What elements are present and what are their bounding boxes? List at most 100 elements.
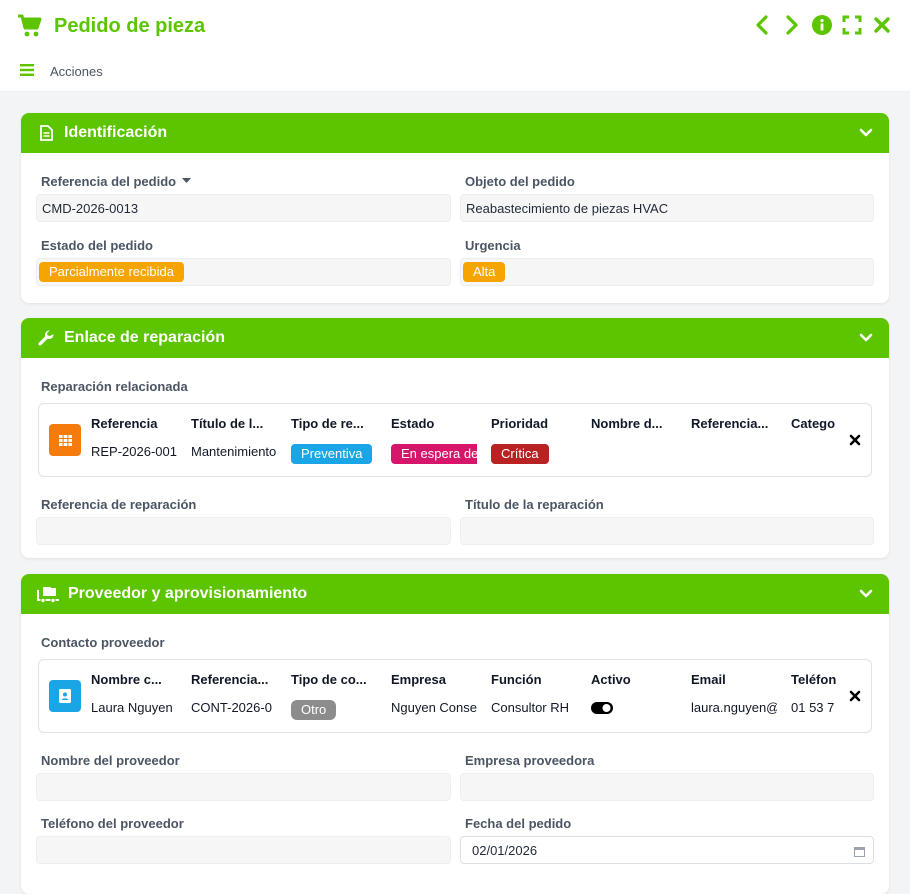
field-label: Reparación relacionada xyxy=(41,378,188,394)
active-toggle-icon xyxy=(591,702,613,717)
remove-icon[interactable] xyxy=(847,432,863,448)
truck-icon xyxy=(37,585,59,603)
field-label: Contacto proveedor xyxy=(41,634,165,650)
card-value: REP-2026-001 xyxy=(91,444,177,459)
chevron-down-icon[interactable] xyxy=(859,331,873,346)
card-value: Mantenimiento xyxy=(191,444,277,459)
section-proveedor-header[interactable]: Proveedor y aprovisionamiento xyxy=(21,574,889,614)
window-actions xyxy=(752,14,892,36)
section-title: Enlace de reparación xyxy=(64,329,225,346)
remove-icon[interactable] xyxy=(847,688,863,704)
cart-icon xyxy=(16,12,44,40)
card-header: Estado xyxy=(391,416,435,431)
field-contacto-proveedor: Contacto proveedor xyxy=(41,633,165,651)
card-header: Referencia... xyxy=(191,672,269,687)
card-header: Función xyxy=(491,672,542,687)
field-label: Teléfono del proveedor xyxy=(41,815,184,831)
calendar-icon[interactable] xyxy=(854,845,865,857)
card-header: Prioridad xyxy=(491,416,549,431)
field-label: Título de la reparación xyxy=(465,496,604,512)
urgency-badge: Alta xyxy=(463,262,506,282)
supplier-contact-card[interactable]: Nombre c... Referencia... Tipo de co... … xyxy=(38,659,872,733)
hamburger-icon xyxy=(20,64,34,79)
wrench-icon xyxy=(37,329,55,347)
field-label: Referencia de reparación xyxy=(41,496,197,512)
page-title: Pedido de pieza xyxy=(54,14,206,37)
card-header: Activo xyxy=(591,672,631,687)
referencia-reparacion-input[interactable] xyxy=(36,517,451,545)
priority-badge: Crítica xyxy=(491,444,549,464)
chevron-left-icon[interactable] xyxy=(752,14,772,36)
field-label: Fecha del pedido xyxy=(465,815,572,831)
referencia-pedido-input[interactable]: CMD-2026-0013 xyxy=(36,194,451,222)
grid-icon xyxy=(49,424,81,456)
field-reparacion-relacionada: Reparación relacionada xyxy=(41,377,188,395)
card-value: CONT-2026-0 xyxy=(191,700,272,715)
card-header: Tipo de re... xyxy=(291,416,364,431)
type-badge: Otro xyxy=(291,700,337,720)
section-identificacion: Identificación Referencia del pedido CMD… xyxy=(21,113,889,303)
card-header: Empresa xyxy=(391,672,446,687)
field-label: Empresa proveedora xyxy=(465,752,595,768)
card-header: Tipo de co... xyxy=(291,672,367,687)
info-icon[interactable] xyxy=(812,14,832,36)
estado-pedido-select[interactable]: Parcialmente recibida xyxy=(36,258,451,286)
chevron-down-icon[interactable] xyxy=(859,587,873,602)
chevron-down-icon[interactable] xyxy=(859,126,873,141)
section-title: Proveedor y aprovisionamiento xyxy=(68,585,308,602)
actions-label: Acciones xyxy=(50,64,103,79)
actions-menu[interactable]: Acciones xyxy=(20,64,103,79)
status-badge: En espera de xyxy=(391,444,477,464)
titulo-reparacion-input[interactable] xyxy=(460,517,874,545)
card-header: Teléfon xyxy=(791,672,837,687)
card-header: Referencia xyxy=(91,416,158,431)
section-proveedor: Proveedor y aprovisionamiento Contacto p… xyxy=(21,574,889,894)
nombre-proveedor-input[interactable] xyxy=(36,773,451,801)
field-telefono-proveedor: Teléfono del proveedor xyxy=(41,814,184,832)
section-identificacion-header[interactable]: Identificación xyxy=(21,113,889,153)
card-header: Catego xyxy=(791,416,836,431)
contact-card-icon xyxy=(49,680,81,712)
field-label: Referencia del pedido xyxy=(41,173,177,189)
field-empresa-proveedora: Empresa proveedora xyxy=(465,751,594,769)
section-title: Identificación xyxy=(64,124,168,141)
caret-down-icon[interactable] xyxy=(182,178,192,184)
card-header: Título de l... xyxy=(191,416,264,431)
date-value: 02/01/2026 xyxy=(472,842,538,858)
objeto-pedido-input[interactable]: Reabastecimiento de piezas HVAC xyxy=(460,194,874,222)
field-objeto-pedido: Objeto del pedido xyxy=(465,172,575,190)
urgencia-select[interactable]: Alta xyxy=(460,258,874,286)
field-fecha-pedido: Fecha del pedido xyxy=(465,814,571,832)
type-badge: Preventiva xyxy=(291,444,373,464)
card-value: Consultor RH xyxy=(491,700,570,715)
status-badge: Parcialmente recibida xyxy=(39,262,185,282)
window-header: Pedido de pieza Acciones xyxy=(0,0,910,92)
card-header: Nombre d... xyxy=(591,416,663,431)
chevron-right-icon[interactable] xyxy=(782,14,802,36)
field-label: Nombre del proveedor xyxy=(41,752,180,768)
card-value: Nguyen Conse xyxy=(391,700,477,715)
field-label: Estado del pedido xyxy=(41,237,153,253)
fecha-pedido-input[interactable]: 02/01/2026 xyxy=(460,836,874,864)
document-icon xyxy=(37,124,55,142)
title-area: Pedido de pieza xyxy=(16,12,205,40)
empresa-proveedora-input[interactable] xyxy=(460,773,874,801)
section-reparacion-header[interactable]: Enlace de reparación xyxy=(21,318,889,358)
section-reparacion: Enlace de reparación Reparación relacion… xyxy=(21,318,889,558)
telefono-proveedor-input[interactable] xyxy=(36,836,451,864)
field-label: Objeto del pedido xyxy=(465,173,575,189)
fullscreen-icon[interactable] xyxy=(842,14,862,36)
related-repair-card[interactable]: Referencia Título de l... Tipo de re... … xyxy=(38,403,872,477)
field-referencia-reparacion: Referencia de reparación xyxy=(41,495,196,513)
card-value: laura.nguyen@ xyxy=(691,700,777,715)
field-nombre-proveedor: Nombre del proveedor xyxy=(41,751,180,769)
close-icon[interactable] xyxy=(872,14,892,36)
card-value: 01 53 7 xyxy=(791,700,835,715)
field-referencia-pedido: Referencia del pedido xyxy=(41,172,192,190)
card-header: Referencia... xyxy=(691,416,769,431)
field-label: Urgencia xyxy=(465,237,521,253)
field-estado-pedido: Estado del pedido xyxy=(41,236,153,254)
card-value: Laura Nguyen xyxy=(91,700,173,715)
card-header: Nombre c... xyxy=(91,672,162,687)
field-urgencia: Urgencia xyxy=(465,236,521,254)
